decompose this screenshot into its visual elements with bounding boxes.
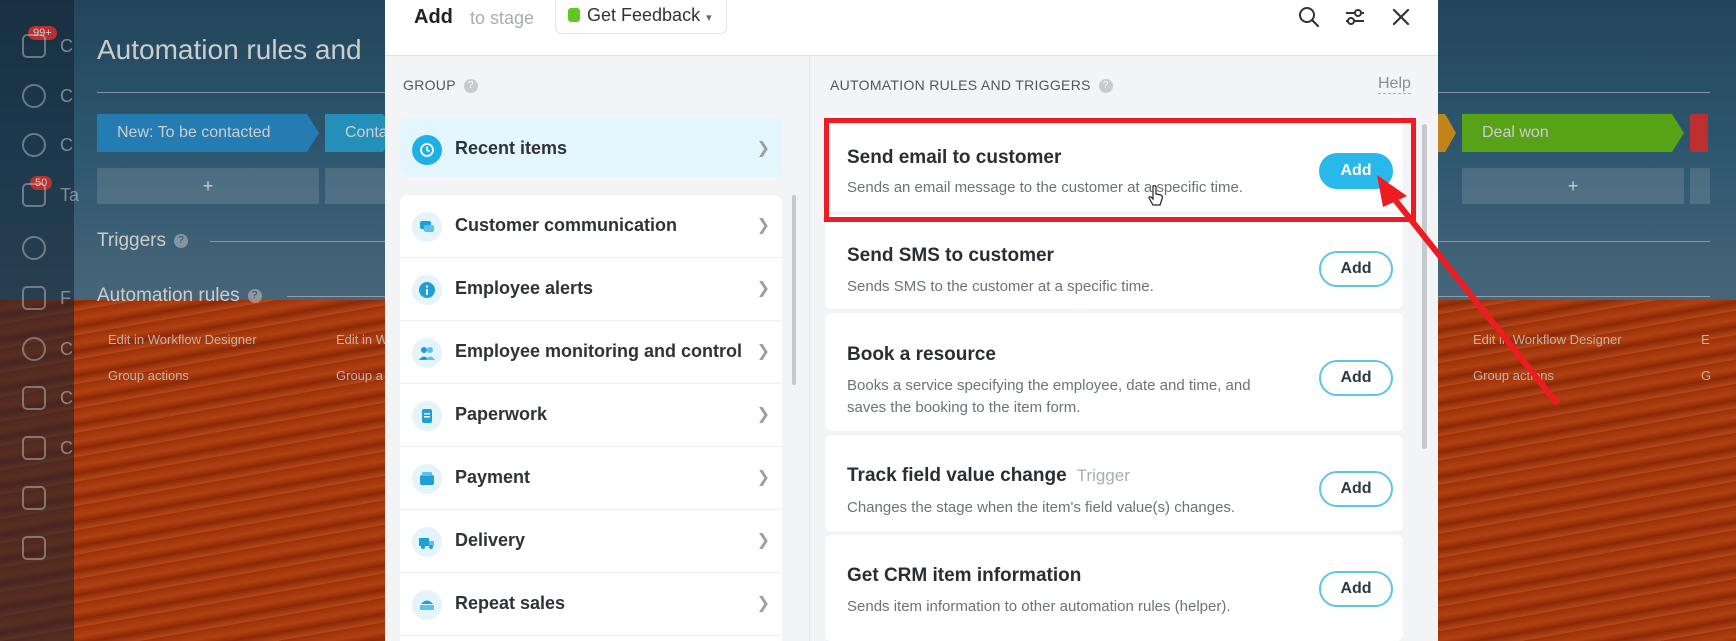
rule-title: Book a resource [847,344,996,365]
chevron-right-icon: ❯ [756,469,770,486]
group-item-label: Recent items [455,138,568,158]
chevron-right-icon: ❯ [756,280,770,297]
chevron-right-icon: ❯ [756,532,770,549]
group-item-delivery[interactable]: Delivery ❯ [400,510,782,573]
group-column-header: GROUP? [403,77,478,94]
add-rule-button[interactable]: Add [1319,360,1393,396]
add-rule-button[interactable]: Add [1319,251,1393,287]
close-icon[interactable] [1388,4,1414,30]
dialog-subtitle: to stage [470,8,535,28]
rule-title-row: Track field value change Trigger [847,465,1130,487]
group-item-label: Employee alerts [455,278,594,298]
stage-color-dot [568,8,580,22]
hand-cursor-icon [1148,185,1163,206]
dialog-header: Add to stage Get Feedback ▾ [385,0,1438,56]
people-icon [412,338,442,368]
group-item-recent[interactable]: Recent items ❯ [400,118,782,177]
add-rule-button[interactable]: Add [1319,471,1393,507]
search-icon[interactable] [1296,4,1322,30]
chevron-right-icon: ❯ [756,140,770,157]
group-item-employee-monitoring[interactable]: Employee monitoring and control ❯ [400,321,782,384]
help-icon[interactable]: ? [463,79,478,94]
trigger-tag: Trigger [1076,466,1130,485]
repeat-sales-icon [412,590,442,620]
rule-description: Sends item information to other automati… [847,598,1231,615]
group-item-label: Delivery [455,530,526,550]
rules-column-header: AUTOMATION RULES AND TRIGGERS? [830,77,1113,94]
recent-icon [412,135,442,165]
filter-settings-icon[interactable] [1342,4,1368,30]
group-item-label: Repeat sales [455,593,566,613]
stage-selector-label: Get Feedback [587,5,701,25]
help-icon[interactable]: ? [1098,79,1113,94]
group-item-label: Payment [455,467,531,487]
group-item-label: Employee monitoring and control [455,341,743,361]
dialog-title: Add [414,6,453,28]
group-item-label: Paperwork [455,404,548,424]
group-scrollbar[interactable] [792,195,796,385]
chevron-down-icon: ▾ [706,12,712,24]
rule-card-get-crm: Get CRM item information Sends item info… [825,535,1403,641]
group-item-paperwork[interactable]: Paperwork ❯ [400,384,782,447]
rule-card-send-sms: Send SMS to customer Sends SMS to the cu… [825,215,1403,309]
rule-description: Books a service specifying the employee,… [847,377,1251,416]
help-link[interactable]: Help [1378,75,1411,94]
rules-scrollbar[interactable] [1422,124,1427,449]
chevron-right-icon: ❯ [756,595,770,612]
highlight-box [824,118,1416,222]
truck-icon [412,527,442,557]
chevron-right-icon: ❯ [756,406,770,423]
chevron-right-icon: ❯ [756,343,770,360]
group-item-employee-alerts[interactable]: Employee alerts ❯ [400,258,782,321]
group-list: Customer communication ❯ Employee alerts… [400,195,782,641]
rule-description: Changes the stage when the item's field … [847,499,1236,516]
rule-title: Send SMS to customer [847,245,1054,266]
group-item-label: Customer communication [455,215,678,235]
group-header-label: GROUP [403,77,456,93]
info-icon [412,275,442,305]
column-divider [809,56,810,641]
rule-description: Sends SMS to the customer at a specific … [847,278,1154,295]
group-item-customer-communication[interactable]: Customer communication ❯ [400,195,782,258]
add-rule-button[interactable]: Add [1319,571,1393,607]
group-item-payment[interactable]: Payment ❯ [400,447,782,510]
rule-title: Track field value change [847,465,1067,486]
wallet-icon [412,464,442,494]
chevron-right-icon: ❯ [756,217,770,234]
chat-icon [412,212,442,242]
stage-selector[interactable]: Get Feedback ▾ [555,0,727,34]
add-automation-dialog: Add to stage Get Feedback ▾ GROUP? AUTOMA… [385,0,1438,641]
rules-header-label: AUTOMATION RULES AND TRIGGERS [830,77,1091,93]
rule-title: Get CRM item information [847,565,1082,586]
document-icon [412,401,442,431]
rule-card-book-resource: Book a resource Books a service specifyi… [825,313,1403,431]
rule-card-track-field: Track field value change Trigger Changes … [825,435,1403,531]
group-item-repeat-sales[interactable]: Repeat sales ❯ [400,573,782,636]
